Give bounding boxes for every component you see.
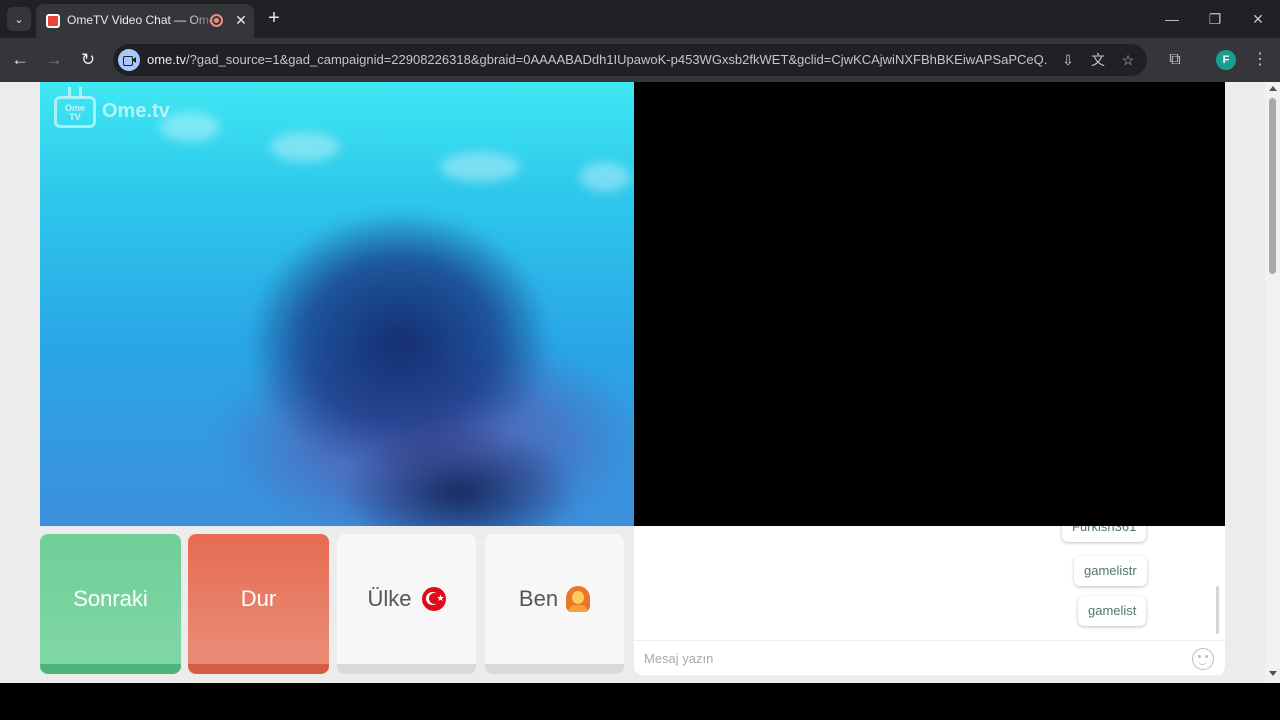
me-button[interactable]: Ben: [485, 534, 624, 674]
video-bokeh: [580, 162, 630, 192]
woman-avatar-icon: [566, 586, 591, 612]
logo-tv-icon: Ome TV: [54, 96, 96, 128]
translate-icon[interactable]: 文: [1088, 50, 1108, 70]
partner-video: Ome TV Ome.tv: [40, 82, 634, 526]
chat-divider: [634, 640, 1225, 641]
reload-button[interactable]: ↻: [75, 47, 101, 73]
active-tab[interactable]: OmeTV Video Chat — Ome ✕: [36, 4, 254, 38]
next-button[interactable]: Sonraki: [40, 534, 181, 674]
profile-avatar[interactable]: F: [1216, 50, 1236, 70]
video-bokeh: [440, 152, 520, 182]
site-camera-icon[interactable]: [118, 49, 140, 71]
forward-button[interactable]: →: [41, 47, 67, 73]
url-host: ome.tv: [147, 52, 187, 67]
stop-button[interactable]: Dur: [188, 534, 329, 674]
me-button-label: Ben: [518, 586, 559, 611]
restore-button[interactable]: ❐: [1203, 8, 1227, 30]
logo-wordmark: Ome.tv: [102, 100, 170, 122]
country-button[interactable]: Ülke ★: [337, 534, 476, 674]
chat-scrollbar[interactable]: [1216, 586, 1219, 634]
install-icon[interactable]: ⇩: [1058, 50, 1078, 70]
video-bokeh: [270, 132, 340, 162]
bottom-bar: [0, 683, 1280, 720]
tab-strip: ⌄ OmeTV Video Chat — Ome ✕ + — ❐ ✕: [0, 0, 1280, 38]
emoji-smiley-icon[interactable]: [1192, 648, 1214, 670]
new-tab-button[interactable]: +: [262, 7, 286, 31]
url-text[interactable]: ome.tv/?gad_source=1&gad_campaignid=2290…: [147, 52, 1047, 67]
next-button-label: Sonraki: [73, 586, 148, 611]
chat-message: gamelistr: [1074, 556, 1147, 586]
address-bar[interactable]: ome.tv/?gad_source=1&gad_campaignid=2290…: [113, 44, 1147, 76]
country-button-label: Ülke: [367, 586, 412, 611]
minimize-button[interactable]: —: [1160, 8, 1184, 30]
self-video: [634, 82, 1225, 526]
scroll-up-arrow-icon[interactable]: [1269, 86, 1277, 91]
url-path: /?gad_source=1&gad_campaignid=2290822631…: [186, 52, 1047, 67]
chat-log[interactable]: Furkish361 gamelistr gamelist: [634, 526, 1225, 640]
chat-message: Furkish361: [1062, 526, 1147, 542]
turkey-flag-icon: ★: [421, 587, 446, 611]
scroll-thumb[interactable]: [1269, 98, 1276, 274]
ometv-favicon-icon: [46, 14, 60, 28]
extensions-icon[interactable]: ⧉: [1163, 48, 1187, 72]
bookmark-star-icon[interactable]: ☆: [1118, 50, 1138, 70]
close-window-button[interactable]: ✕: [1246, 8, 1270, 30]
tab-close-icon[interactable]: ✕: [232, 11, 250, 29]
page-content: Ome TV Ome.tv Sonraki Dur Ülke ★ Ben Fur…: [0, 82, 1265, 683]
back-button[interactable]: ←: [7, 47, 33, 73]
tab-search-button[interactable]: ⌄: [7, 7, 31, 31]
chat-message: gamelist: [1078, 596, 1147, 626]
browser-toolbar: ← → ↻ ome.tv/?gad_source=1&gad_campaigni…: [0, 38, 1280, 82]
recording-indicator-icon: [210, 14, 223, 27]
browser-menu-icon[interactable]: ⋮: [1248, 48, 1272, 72]
message-input[interactable]: [644, 648, 1184, 668]
chat-panel: Furkish361 gamelistr gamelist: [634, 526, 1225, 675]
page-scrollbar[interactable]: [1265, 82, 1280, 683]
stop-button-label: Dur: [240, 586, 277, 611]
scroll-down-arrow-icon[interactable]: [1269, 671, 1277, 676]
logo-tv-label: Ome TV: [64, 103, 85, 122]
